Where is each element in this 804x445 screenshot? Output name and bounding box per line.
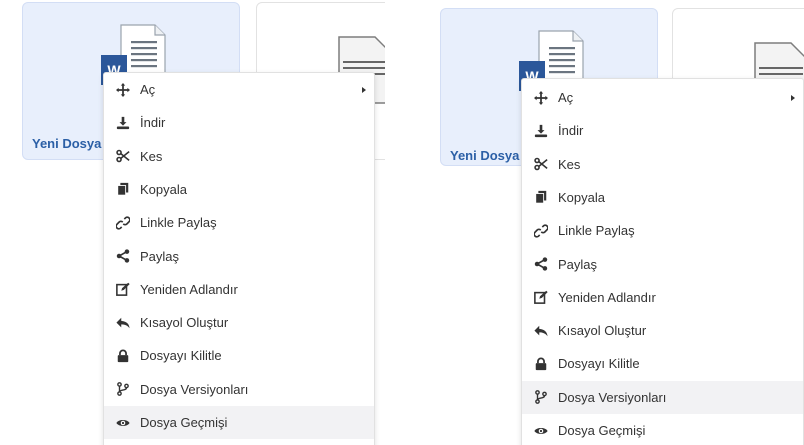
reply-arrow-icon	[534, 324, 548, 338]
menu-item-lock[interactable]: Dosyayı Kilitle	[522, 347, 803, 380]
menu-item-label: Kes	[558, 156, 581, 172]
copy-icon	[534, 190, 548, 204]
menu-item-label: Paylaş	[140, 248, 180, 264]
download-icon	[534, 124, 548, 138]
menu-item-label: Paylaş	[558, 256, 598, 272]
menu-item-label: Dosya Versiyonları	[140, 381, 249, 397]
menu-item-share-link[interactable]: Linkle Paylaş	[104, 206, 374, 239]
menu-item-rename[interactable]: Yeniden Adlandır	[522, 281, 803, 314]
menu-item-label: İndir	[140, 115, 166, 131]
menu-item-label: Kısayol Oluştur	[140, 315, 229, 331]
menu-item-open[interactable]: Aç	[104, 73, 374, 106]
menu-item-label: Kopyala	[558, 189, 605, 205]
menu-item-label: Dosyayı Kilitle	[140, 348, 222, 364]
eye-icon	[534, 424, 548, 438]
context-menu: Aç İndir Kes Kopyala Linkle Paylaş Paylaş Yeni…	[103, 72, 375, 445]
menu-item-label: Linkle Paylaş	[558, 223, 635, 239]
link-icon	[116, 216, 130, 230]
edit-icon	[116, 282, 130, 297]
lock-icon	[534, 357, 548, 371]
menu-item-label: Yeniden Adlandır	[558, 289, 656, 305]
menu-item-versions[interactable]: Dosya Versiyonları	[522, 380, 803, 414]
file-browser-panel-left: W Yeni Dosya Aç İndir Kes Kopyala Linkle Pay…	[0, 0, 385, 445]
file-name-label: Yeni Dosya	[450, 148, 520, 163]
menu-item-label: İndir	[558, 123, 584, 139]
menu-item-label: Dosyayı Kilitle	[558, 356, 640, 372]
menu-item-label: Yeniden Adlandır	[140, 281, 238, 297]
menu-item-shortcut[interactable]: Kısayol Oluştur	[522, 314, 803, 347]
menu-item-download[interactable]: İndir	[522, 114, 803, 147]
menu-item-rename[interactable]: Yeniden Adlandır	[104, 273, 374, 306]
menu-item-cut[interactable]: Kes	[522, 148, 803, 181]
menu-item-share-link[interactable]: Linkle Paylaş	[522, 214, 803, 247]
menu-item-label: Aç	[558, 90, 574, 105]
menu-item-copy[interactable]: Kopyala	[104, 173, 374, 206]
menu-item-label: Dosya Versiyonları	[558, 389, 667, 405]
share-icon	[534, 257, 548, 271]
menu-item-lock[interactable]: Dosyayı Kilitle	[104, 339, 374, 372]
link-icon	[534, 224, 548, 238]
menu-item-label: Linkle Paylaş	[140, 215, 217, 231]
lock-icon	[116, 349, 130, 363]
menu-item-label: Aç	[140, 82, 156, 97]
menu-item-download[interactable]: İndir	[104, 106, 374, 139]
scissors-icon	[534, 157, 548, 171]
menu-item-copy[interactable]: Kopyala	[522, 181, 803, 214]
file-name-label: Yeni Dosya	[32, 136, 102, 151]
eye-icon	[116, 416, 130, 430]
menu-item-shortcut[interactable]: Kısayol Oluştur	[104, 306, 374, 339]
menu-item-share[interactable]: Paylaş	[522, 248, 803, 281]
menu-item-cut[interactable]: Kes	[104, 140, 374, 173]
submenu-arrow-icon	[362, 86, 366, 93]
menu-item-history[interactable]: Dosya Geçmişi	[104, 406, 374, 439]
code-branch-icon	[116, 382, 130, 397]
menu-item-label: Kopyala	[140, 181, 187, 197]
menu-item-history[interactable]: Dosya Geçmişi	[522, 414, 803, 445]
move-icon	[116, 82, 130, 97]
menu-item-label: Dosya Geçmişi	[558, 423, 646, 438]
code-branch-icon	[534, 390, 548, 405]
move-icon	[534, 90, 548, 105]
reply-arrow-icon	[116, 316, 130, 330]
edit-icon	[534, 290, 548, 305]
menu-item-label: Kes	[140, 148, 163, 164]
submenu-arrow-icon	[791, 94, 795, 101]
menu-item-versions[interactable]: Dosya Versiyonları	[104, 373, 374, 406]
scissors-icon	[116, 149, 130, 163]
menu-item-share[interactable]: Paylaş	[104, 240, 374, 273]
menu-item-label: Dosya Geçmişi	[140, 415, 228, 430]
context-menu: Aç İndir Kes Kopyala Linkle Paylaş Paylaş Yeni…	[521, 78, 804, 445]
file-browser-panel-right: W Yeni Dosya Aç İndir Kes Kopyala Linkle Pay…	[418, 0, 804, 445]
download-icon	[116, 116, 130, 130]
share-icon	[116, 249, 130, 263]
menu-item-label: Kısayol Oluştur	[558, 323, 647, 339]
copy-icon	[116, 182, 130, 196]
menu-item-open[interactable]: Aç	[522, 81, 803, 114]
